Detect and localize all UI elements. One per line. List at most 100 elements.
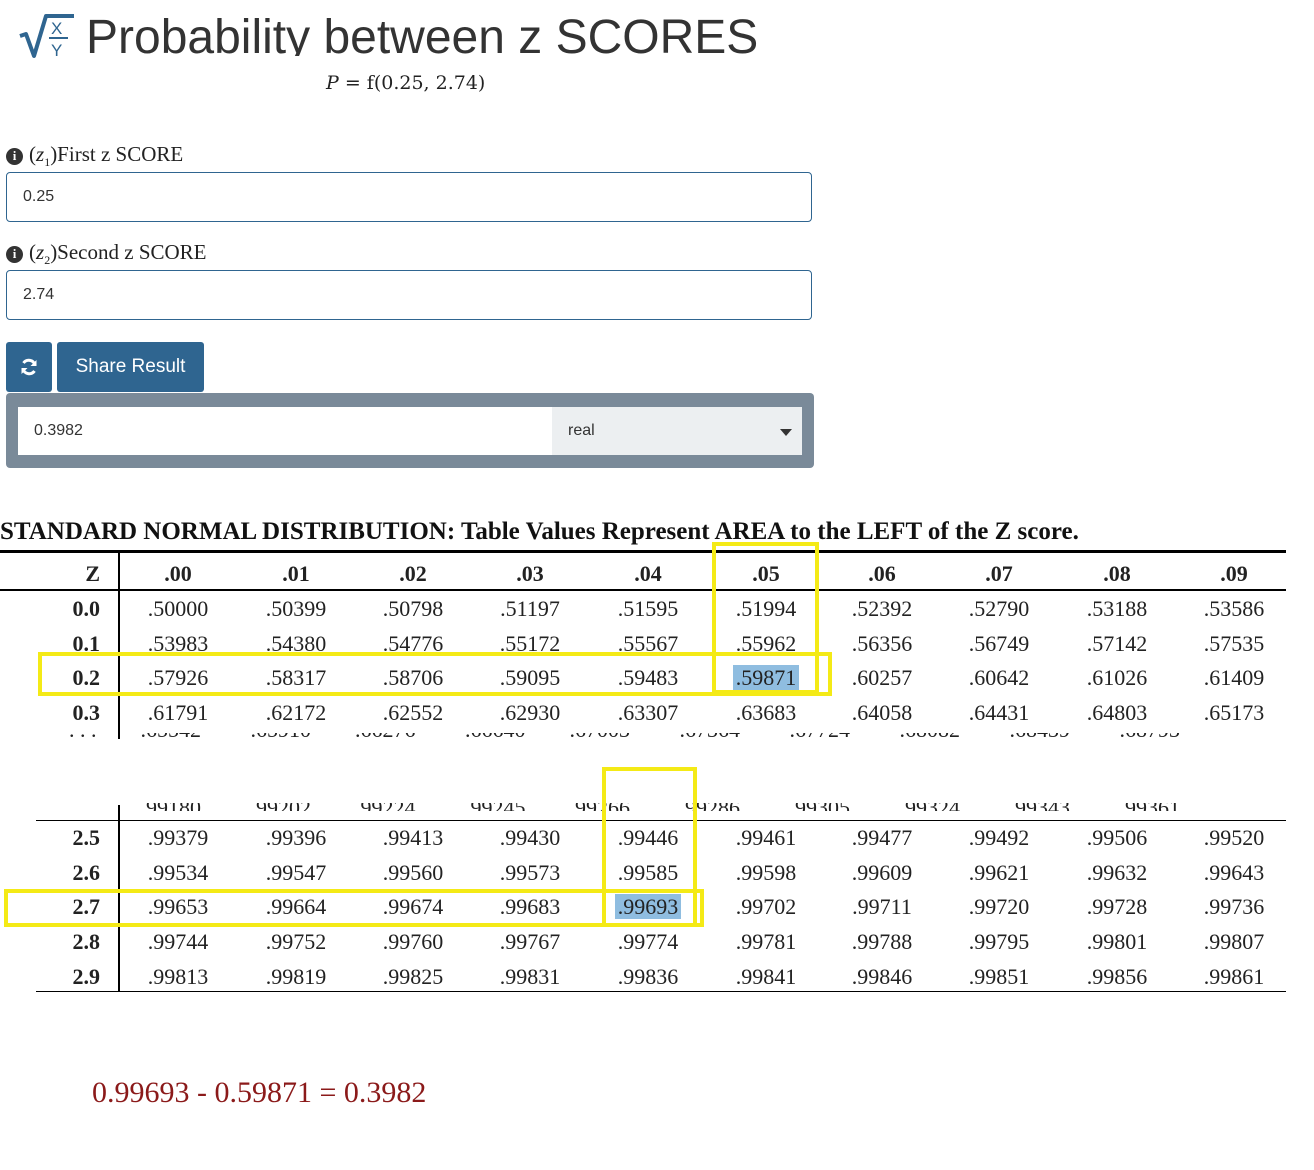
first-z-input[interactable] <box>6 172 812 222</box>
table-cell: .99506 <box>1062 825 1172 851</box>
table-cell: .99720 <box>944 894 1054 920</box>
table-cell: .99856 <box>1062 964 1172 990</box>
table-cell: .62172 <box>241 700 351 726</box>
second-z-label: i (z2)Second z SCORE <box>6 240 207 268</box>
info-icon[interactable]: i <box>6 245 23 263</box>
row-header-z: 2.5 <box>72 825 101 850</box>
table-cell-value: .99643 <box>1203 860 1265 885</box>
table-cell: .65173 <box>1179 700 1289 726</box>
table-cell: .99781 <box>711 929 821 955</box>
table-cell: .99841 <box>711 964 821 990</box>
table-cell: .99744 <box>123 929 233 955</box>
table-cell-value: .99846 <box>851 964 913 989</box>
column-header: .02 <box>399 561 427 586</box>
table-cell-value: .99767 <box>499 929 561 954</box>
table-cell: .53586 <box>1179 596 1289 622</box>
calculation-text: 0.99693 - 0.59871 = 0.3982 <box>92 1076 427 1109</box>
refresh-button[interactable] <box>6 342 52 392</box>
table-cell: .99520 <box>1179 825 1289 851</box>
table-cell-value: .99461 <box>735 825 797 850</box>
table-cell: .51595 <box>593 596 703 622</box>
row-header-z: 2.8 <box>72 929 101 954</box>
table-cell-value: .99831 <box>499 964 561 989</box>
table-cell-value: .99813 <box>147 964 209 989</box>
table-cell: .99547 <box>241 860 351 886</box>
second-z-input[interactable] <box>6 270 812 320</box>
table-cell-value: .52790 <box>968 596 1030 621</box>
table-cell-value: .50000 <box>147 596 209 621</box>
table-cell-value: .99702 <box>735 894 797 919</box>
table-cell: .99413 <box>358 825 468 851</box>
table-cell: .99379 <box>123 825 233 851</box>
page-title: Probability between z SCORES <box>86 11 759 56</box>
table-cell: .99861 <box>1179 964 1289 990</box>
formula: P = f(0.25, 2.74) <box>326 72 485 94</box>
table-cell-value: .99711 <box>852 894 912 919</box>
table-cell: .62930 <box>475 700 585 726</box>
table-cell: .99534 <box>123 860 233 886</box>
table-cell-value: .62930 <box>499 700 561 725</box>
highlight-row-27 <box>4 889 704 927</box>
table-cell: .99430 <box>475 825 585 851</box>
highlight-row-02 <box>38 652 832 696</box>
table-cell: .99736 <box>1179 894 1289 920</box>
table-cell-value: .99736 <box>1203 894 1265 919</box>
table-cell: .99807 <box>1179 929 1289 955</box>
share-result-button[interactable]: Share Result <box>57 342 204 392</box>
table-cell: .99752 <box>241 929 351 955</box>
table-cell-value: .64431 <box>968 700 1030 725</box>
row-header-z: 0.0 <box>72 596 101 621</box>
column-header: .09 <box>1220 561 1248 586</box>
table-cell-value: .99720 <box>968 894 1030 919</box>
table-cell: .63683 <box>711 700 821 726</box>
table-z-divider <box>118 553 120 739</box>
result-type-value: real <box>568 422 595 439</box>
row-header-z: 0.3 <box>72 700 101 725</box>
table-cell-value: .65173 <box>1203 700 1265 725</box>
table-cell: .64058 <box>827 700 937 726</box>
table-cell: .51197 <box>475 596 585 622</box>
table-cell-value: .99781 <box>735 929 797 954</box>
column-header: .00 <box>164 561 192 586</box>
table-cell: .99711 <box>827 894 937 920</box>
table-cell: .57142 <box>1062 631 1172 657</box>
table-cell: .99492 <box>944 825 1054 851</box>
table-top-rule <box>0 550 1286 553</box>
table-cell-value: .99795 <box>968 929 1030 954</box>
table-cell: .99846 <box>827 964 937 990</box>
table-cell-value: .50399 <box>265 596 327 621</box>
table-cell: .99609 <box>827 860 937 886</box>
table-cell-value: .99788 <box>851 929 913 954</box>
table-cell: .62552 <box>358 700 468 726</box>
table-cell-value: .64803 <box>1086 700 1148 725</box>
table-cell-value: .61409 <box>1203 665 1265 690</box>
table-cell: .99836 <box>593 964 703 990</box>
table-cell-value: .56749 <box>968 631 1030 656</box>
table-cell: .63307 <box>593 700 703 726</box>
table-cell: .50399 <box>241 596 351 622</box>
table-cell-value: .99492 <box>968 825 1030 850</box>
table-cell: .99774 <box>593 929 703 955</box>
table-cell: .61409 <box>1179 665 1289 691</box>
table-cell-value: .57535 <box>1203 631 1265 656</box>
table-cell: .64431 <box>944 700 1054 726</box>
table-cell-value: .64058 <box>851 700 913 725</box>
table-cell: .99461 <box>711 825 821 851</box>
table-cell: .99767 <box>475 929 585 955</box>
table-cell: .99819 <box>241 964 351 990</box>
table-cell-value: .99774 <box>617 929 679 954</box>
table-cell: .99851 <box>944 964 1054 990</box>
info-icon[interactable]: i <box>6 147 23 165</box>
table-cell: .60257 <box>827 665 937 691</box>
formula-p: P <box>326 72 339 94</box>
table-cell-value: .99752 <box>265 929 327 954</box>
table-cell: .99477 <box>827 825 937 851</box>
result-type-select[interactable]: real <box>552 407 802 455</box>
table-cell: .50000 <box>123 596 233 622</box>
table-cell-value: .99413 <box>382 825 444 850</box>
refresh-icon <box>21 358 37 376</box>
table-cell-value: .99430 <box>499 825 561 850</box>
table-cell: .61026 <box>1062 665 1172 691</box>
result-value-field[interactable] <box>18 407 552 455</box>
column-header-z: Z <box>85 561 100 586</box>
